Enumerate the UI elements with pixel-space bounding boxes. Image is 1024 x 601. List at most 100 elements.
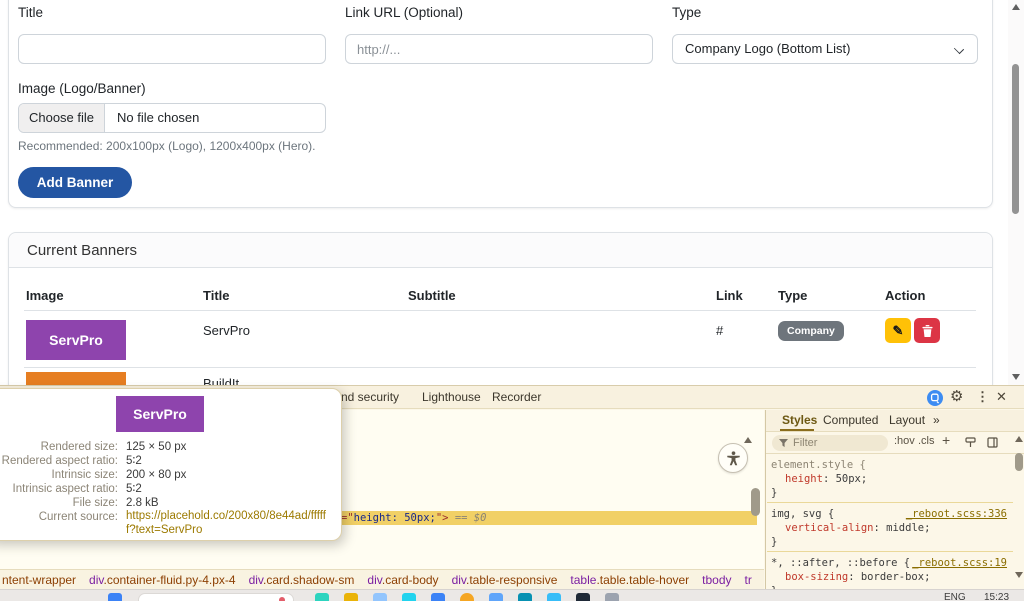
trash-icon — [922, 325, 933, 337]
image-label: Image (Logo/Banner) — [18, 81, 146, 96]
settings-gear-icon[interactable]: ⚙ — [950, 387, 963, 405]
styles-scroll-up-icon[interactable] — [1015, 436, 1023, 442]
toggle-hover-state[interactable]: :hov — [894, 435, 915, 447]
title-input[interactable] — [18, 34, 326, 64]
banner-image[interactable]: ServPro — [26, 320, 126, 360]
taskbar-app-icon[interactable] — [460, 593, 474, 601]
code-punct: =" — [341, 512, 354, 524]
code-attr-value: height: 50px; — [354, 512, 436, 524]
code-punct: "> — [436, 512, 449, 524]
taskbar-app-icon[interactable] — [576, 593, 590, 601]
taskbar-app-icon[interactable] — [373, 593, 387, 601]
breadcrumb-item[interactable]: tbody — [702, 573, 731, 587]
toggle-class[interactable]: .cls — [918, 435, 935, 447]
tab-styles[interactable]: Styles — [782, 410, 817, 431]
file-input[interactable]: Choose file No file chosen — [18, 103, 326, 133]
paint-format-icon[interactable] — [965, 437, 976, 451]
page-scrollbar[interactable] — [1008, 0, 1024, 385]
type-select[interactable]: Company Logo (Bottom List) — [672, 34, 978, 64]
clock[interactable]: 15:23 — [984, 592, 1009, 601]
delete-button[interactable] — [914, 318, 940, 343]
taskbar-app-icon[interactable] — [402, 593, 416, 601]
rule-selector: img, svg { — [771, 508, 834, 520]
dock-panel-icon[interactable] — [987, 437, 998, 451]
type-badge: Company — [778, 321, 844, 341]
breadcrumb-item[interactable]: div.card-body — [367, 573, 438, 587]
taskbar-app-icon[interactable] — [315, 593, 329, 601]
taskbar-app-icon[interactable] — [431, 593, 445, 601]
css-rule[interactable]: _reboot.scss:336 img, svg { vertical-alig… — [767, 503, 1013, 552]
stylesheet-link[interactable]: _reboot.scss:19 — [912, 556, 1007, 570]
selected-dom-node[interactable]: ="height: 50px;"> == $0 — [341, 511, 757, 525]
funnel-icon — [779, 439, 788, 448]
kebab-menu-icon[interactable]: ⋮ — [976, 389, 989, 405]
new-style-rule-icon[interactable]: + — [942, 432, 950, 448]
col-title: Title — [203, 288, 230, 303]
breadcrumb-item[interactable]: table.table.table-hover — [570, 573, 689, 587]
language-indicator[interactable]: ENG — [944, 592, 966, 601]
type-select-value: Company Logo (Bottom List) — [685, 41, 850, 56]
tab-recorder[interactable]: Recorder — [492, 386, 541, 408]
screen: Title Link URL (Optional) Type Company L… — [0, 0, 1024, 601]
banner-title: ServPro — [203, 323, 250, 338]
rule-selector: *, ::after, ::before { — [771, 557, 910, 569]
devtools-ai-icon[interactable] — [927, 390, 943, 409]
css-value[interactable]: : middle; — [874, 522, 931, 534]
css-rules-list: element.style { height: 50px; } _reboot.… — [767, 454, 1013, 601]
styles-scroll-down-icon[interactable] — [1015, 572, 1023, 578]
taskbar-app-icon[interactable] — [489, 593, 503, 601]
css-property[interactable]: height — [785, 473, 823, 485]
start-icon[interactable] — [108, 593, 122, 601]
taskbar-app-icon[interactable] — [605, 593, 619, 601]
image-preview-popup: ServPro Rendered size:125 × 50 px Render… — [0, 388, 342, 541]
scrollbar-thumb[interactable] — [1012, 64, 1019, 214]
title-label: Title — [18, 5, 43, 20]
rule-close: } — [771, 486, 1007, 500]
edit-button[interactable]: ✎ — [885, 318, 911, 343]
choose-file-button[interactable]: Choose file — [19, 104, 105, 132]
styles-filter-input[interactable]: Filter — [772, 435, 888, 451]
col-link: Link — [716, 288, 743, 303]
chevron-down-icon — [954, 44, 964, 54]
tab-privacy-security[interactable]: nd security — [341, 386, 399, 408]
breadcrumb-item[interactable]: ntent-wrapper — [2, 573, 76, 587]
add-banner-button[interactable]: Add Banner — [18, 167, 132, 198]
css-property[interactable]: box-sizing — [785, 571, 848, 583]
tab-lighthouse[interactable]: Lighthouse — [422, 386, 481, 408]
css-rule[interactable]: element.style { height: 50px; } — [767, 454, 1013, 503]
css-property[interactable]: vertical-align — [785, 522, 874, 534]
accessibility-icon[interactable] — [718, 443, 748, 473]
taskbar-app-icon[interactable] — [547, 593, 561, 601]
scroll-down-icon[interactable] — [1012, 374, 1020, 380]
stylesheet-link[interactable]: _reboot.scss:336 — [906, 507, 1007, 521]
current-banners-card: Current Banners — [8, 232, 993, 392]
breadcrumb-item[interactable]: tr — [745, 573, 752, 587]
col-image: Image — [26, 288, 64, 303]
col-subtitle: Subtitle — [408, 288, 456, 303]
taskbar-app-icon[interactable] — [344, 593, 358, 601]
tab-layout[interactable]: Layout — [889, 410, 925, 431]
breadcrumb-item[interactable]: div.container-fluid.py-4.px-4 — [89, 573, 236, 587]
more-tabs-icon[interactable]: » — [933, 410, 940, 431]
image-source-link[interactable]: https://placehold.co/200x80/8e44ad/fffff… — [126, 510, 332, 537]
css-value[interactable]: : 50px; — [823, 473, 867, 485]
taskbar-app-icon[interactable] — [518, 593, 532, 601]
file-chosen-text: No file chosen — [117, 110, 199, 125]
taskbar-search[interactable] — [138, 593, 294, 601]
popup-row: File size:2.8 kB — [0, 496, 341, 510]
breadcrumb-item[interactable]: div.table-responsive — [452, 573, 558, 587]
link-url-input[interactable] — [345, 34, 653, 64]
popup-row: Rendered size:125 × 50 px — [0, 440, 341, 454]
col-type: Type — [778, 288, 807, 303]
close-devtools-icon[interactable]: ✕ — [996, 389, 1007, 405]
css-value[interactable]: : border-box; — [848, 571, 930, 583]
scroll-up-icon[interactable] — [1012, 4, 1020, 10]
card-title: Current Banners — [27, 242, 137, 259]
preview-image: ServPro — [116, 396, 204, 432]
elements-scrollbar-thumb[interactable] — [751, 488, 760, 516]
elements-scroll-up-icon[interactable] — [744, 437, 752, 443]
tab-computed[interactable]: Computed — [823, 410, 878, 431]
styles-scrollbar-thumb[interactable] — [1015, 453, 1023, 471]
popup-row: Rendered aspect ratio:5∶2 — [0, 454, 341, 468]
breadcrumb-item[interactable]: div.card.shadow-sm — [249, 573, 355, 587]
